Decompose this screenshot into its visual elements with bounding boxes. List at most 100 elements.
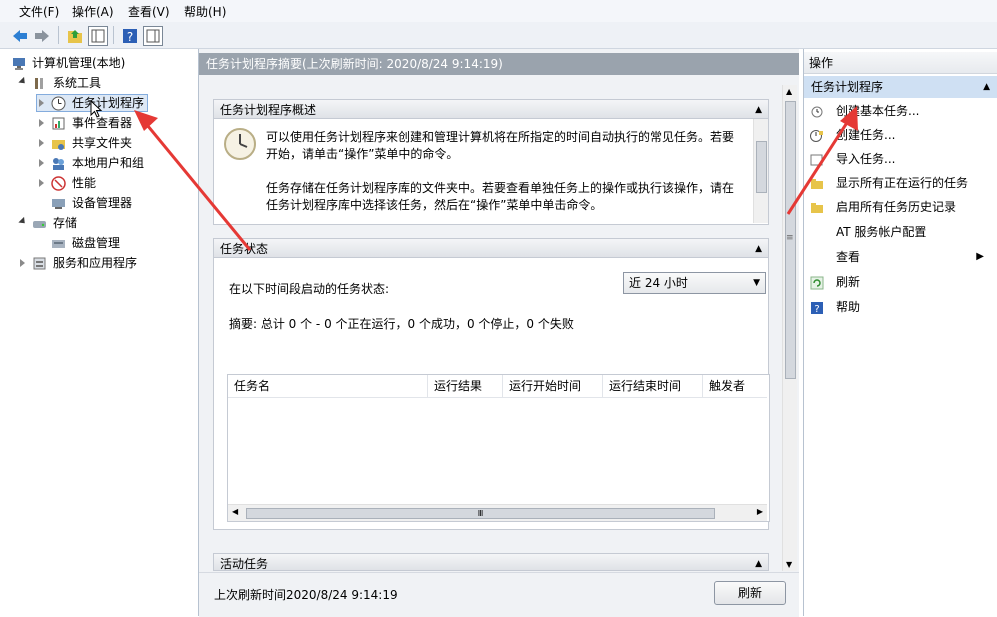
expanded-arrow-icon[interactable] bbox=[18, 76, 28, 87]
active-title: 活动任务 bbox=[220, 557, 269, 571]
tree-label: 共享文件夹 bbox=[72, 136, 133, 150]
tree-label: 磁盘管理 bbox=[72, 236, 121, 250]
status-label: 在以下时间段启动的任务状态: bbox=[229, 282, 390, 296]
tree-label: 本地用户和组 bbox=[72, 156, 145, 170]
menu-view[interactable]: 查看(V) bbox=[128, 3, 170, 20]
navigation-tree: 计算机管理(本地) 系统工具 任务计划程序 事件查看器 共享文件夹 本地用户和组… bbox=[0, 49, 199, 616]
scroll-down-icon[interactable]: ▼ bbox=[786, 560, 792, 569]
show-hide-action-icon[interactable] bbox=[143, 26, 163, 46]
task-icon bbox=[810, 128, 824, 142]
collapsed-arrow-icon[interactable] bbox=[39, 139, 44, 147]
action-create-basic-task[interactable]: 创建基本任务... bbox=[804, 100, 997, 122]
collapsed-arrow-icon[interactable] bbox=[39, 179, 44, 187]
collapse-up-icon[interactable]: ▲ bbox=[755, 239, 762, 259]
collapse-up-icon[interactable]: ▲ bbox=[755, 554, 762, 570]
scroll-thumb[interactable] bbox=[756, 141, 767, 193]
tree-label: 存储 bbox=[53, 216, 78, 230]
main-vertical-scrollbar[interactable]: ▲ ≡ ▼ bbox=[782, 85, 797, 571]
last-refresh-text: 上次刷新时间2020/8/24 9:14:19 bbox=[214, 588, 398, 602]
event-viewer-icon bbox=[51, 116, 66, 131]
column-run-end[interactable]: 运行结束时间 bbox=[603, 375, 703, 397]
main-panel: 任务计划程序摘要(上次刷新时间: 2020/8/24 9:14:19) 任务计划… bbox=[199, 49, 799, 617]
action-help[interactable]: ? 帮助 bbox=[804, 296, 997, 318]
help-icon: ? bbox=[810, 300, 824, 315]
status-summary: 摘要: 总计 0 个 - 0 个正在运行，0 个成功，0 个停止，0 个失败 bbox=[229, 317, 574, 331]
show-hide-tree-icon[interactable] bbox=[88, 26, 108, 46]
action-refresh[interactable]: 刷新 bbox=[804, 271, 997, 293]
folder-icon bbox=[810, 200, 824, 214]
collapsed-arrow-icon[interactable] bbox=[39, 99, 44, 107]
svg-text:?: ? bbox=[127, 30, 133, 44]
overview-panel-body: 可以使用任务计划程序来创建和管理计算机将在所指定的时间自动执行的常见任务。若要 … bbox=[213, 119, 769, 225]
up-folder-icon[interactable] bbox=[65, 26, 85, 46]
tree-label: 设备管理器 bbox=[72, 196, 133, 210]
actions-section-task-scheduler[interactable]: 任务计划程序 ▲ bbox=[804, 76, 997, 98]
submenu-arrow-icon: ▶ bbox=[976, 251, 984, 262]
summary-header: 任务计划程序摘要(上次刷新时间: 2020/8/24 9:14:19) bbox=[199, 53, 799, 75]
back-icon[interactable] bbox=[10, 26, 30, 46]
folder-icon bbox=[810, 176, 824, 190]
action-import-task[interactable]: 导入任务... bbox=[804, 148, 997, 170]
status-panel-body: 在以下时间段启动的任务状态: 近 24 小时 ▼ 摘要: 总计 0 个 - 0 … bbox=[213, 258, 770, 530]
clock-icon bbox=[224, 128, 256, 160]
performance-icon bbox=[51, 176, 66, 191]
column-run-start[interactable]: 运行开始时间 bbox=[503, 375, 603, 397]
scroll-thumb[interactable]: Ⅲ bbox=[246, 508, 715, 519]
refresh-button[interactable]: 刷新 bbox=[714, 581, 786, 605]
forward-icon[interactable] bbox=[32, 26, 52, 46]
overview-text-1: 可以使用任务计划程序来创建和管理计算机将在所指定的时间自动执行的常见任务。若要 … bbox=[266, 130, 735, 161]
refresh-icon bbox=[810, 275, 824, 290]
services-icon bbox=[32, 256, 47, 271]
collapse-up-icon[interactable]: ▲ bbox=[755, 100, 762, 120]
clock-icon bbox=[810, 104, 824, 118]
active-panel-header[interactable]: 活动任务 ▲ bbox=[213, 553, 769, 571]
menu-action[interactable]: 操作(A) bbox=[72, 3, 114, 20]
column-trigger[interactable]: 触发者 bbox=[703, 375, 767, 397]
scroll-right-icon[interactable]: ▶ bbox=[757, 507, 763, 516]
actions-pane: 操作 任务计划程序 ▲ 创建基本任务... 创建任务... 导入任务... 显示… bbox=[803, 49, 997, 616]
action-create-task[interactable]: 创建任务... bbox=[804, 124, 997, 146]
tree-label: 服务和应用程序 bbox=[53, 256, 138, 270]
status-panel-header[interactable]: 任务状态 ▲ bbox=[213, 238, 769, 258]
overview-text-2: 任务存储在任务计划程序库的文件夹中。若要查看单独任务上的操作或执行该操作，请在 … bbox=[266, 181, 735, 212]
tree-label: 性能 bbox=[72, 176, 97, 190]
menu-help[interactable]: 帮助(H) bbox=[184, 3, 226, 20]
scroll-up-icon[interactable]: ▲ bbox=[786, 87, 792, 96]
time-range-select[interactable]: 近 24 小时 ▼ bbox=[623, 272, 766, 294]
help-icon[interactable]: ? bbox=[120, 26, 140, 46]
column-task-name[interactable]: 任务名 bbox=[228, 375, 428, 397]
action-view[interactable]: 查看 ▶ bbox=[804, 246, 997, 268]
scroll-left-icon[interactable]: ◀ bbox=[232, 507, 238, 516]
overview-scrollbar[interactable] bbox=[753, 119, 768, 223]
table-header: 任务名 运行结果 运行开始时间 运行结束时间 触发者 bbox=[228, 375, 767, 398]
menu-bar: 文件(F) 操作(A) 查看(V) 帮助(H) bbox=[0, 0, 997, 22]
clock-icon bbox=[51, 96, 66, 111]
footer-bar: 上次刷新时间2020/8/24 9:14:19 刷新 bbox=[199, 572, 799, 617]
tree-label: 系统工具 bbox=[53, 76, 102, 90]
collapsed-arrow-icon[interactable] bbox=[20, 259, 25, 267]
column-run-result[interactable]: 运行结果 bbox=[428, 375, 503, 397]
action-show-running[interactable]: 显示所有正在运行的任务 bbox=[804, 172, 997, 194]
collapse-up-icon[interactable]: ▲ bbox=[983, 76, 990, 98]
task-table: 任务名 运行结果 运行开始时间 运行结束时间 触发者 ◀ Ⅲ ▶ bbox=[227, 374, 770, 522]
collapsed-arrow-icon[interactable] bbox=[39, 119, 44, 127]
scroll-grip-icon: ≡ bbox=[786, 233, 794, 243]
users-icon bbox=[51, 156, 66, 171]
computer-icon bbox=[12, 56, 27, 71]
disk-icon bbox=[51, 236, 66, 251]
action-enable-history[interactable]: 启用所有任务历史记录 bbox=[804, 196, 997, 218]
status-title: 任务状态 bbox=[220, 242, 269, 256]
overview-panel-header[interactable]: 任务计划程序概述 ▲ bbox=[213, 99, 769, 119]
svg-text:?: ? bbox=[814, 304, 819, 315]
tools-icon bbox=[32, 76, 47, 91]
tree-label: 计算机管理(本地) bbox=[32, 56, 126, 70]
expanded-arrow-icon[interactable] bbox=[18, 216, 28, 227]
collapsed-arrow-icon[interactable] bbox=[39, 159, 44, 167]
table-horizontal-scrollbar[interactable]: ◀ Ⅲ ▶ bbox=[228, 504, 767, 521]
storage-icon bbox=[32, 216, 47, 231]
chevron-down-icon: ▼ bbox=[753, 278, 760, 288]
actions-header: 操作 bbox=[804, 52, 997, 74]
action-at-service-config[interactable]: AT 服务帐户配置 bbox=[804, 221, 997, 243]
device-manager-icon bbox=[51, 196, 66, 211]
menu-file[interactable]: 文件(F) bbox=[19, 3, 59, 20]
